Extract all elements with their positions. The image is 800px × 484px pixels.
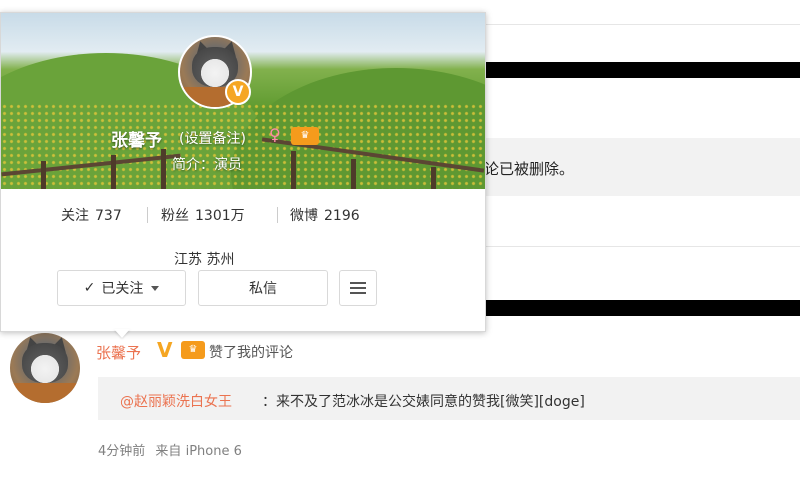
stat-posts[interactable]: 微博 2196 xyxy=(290,205,360,225)
check-icon: ✓ xyxy=(83,280,96,296)
card-pointer xyxy=(114,329,130,338)
fence-shape xyxy=(161,149,166,189)
quote-text: ：来不及了范冰冰是公交婊同意的赞我[微笑][doge] xyxy=(262,394,585,410)
menu-icon xyxy=(350,282,366,294)
more-button[interactable] xyxy=(339,270,377,306)
stat-value: 1301万 xyxy=(195,208,245,224)
divider xyxy=(147,207,148,223)
cat-face-shape xyxy=(22,343,68,383)
caret-down-icon xyxy=(151,285,160,291)
vip-crown-icon: ♛ xyxy=(291,127,319,145)
stat-label: 微博 xyxy=(290,208,318,224)
stat-followers[interactable]: 粉丝 1301万 xyxy=(161,205,245,225)
feed-avatar[interactable] xyxy=(10,333,80,403)
feed-action-text: 赞了我的评论 xyxy=(209,345,293,361)
deleted-notice: 论已被删除。 xyxy=(484,160,575,178)
set-remark-link[interactable]: (设置备注) xyxy=(179,128,246,148)
card-user-name[interactable]: 张馨予 xyxy=(111,126,162,151)
stat-value: 2196 xyxy=(324,208,360,224)
fence-shape xyxy=(111,155,116,189)
fence-shape xyxy=(291,151,296,189)
stat-label: 关注 xyxy=(61,208,89,224)
feed-user-name[interactable]: 张馨予 xyxy=(96,342,141,363)
fence-shape xyxy=(431,167,436,189)
card-location: 江苏 苏州 xyxy=(174,252,235,268)
stat-following[interactable]: 关注 737 xyxy=(61,205,122,225)
followed-label: 已关注 xyxy=(101,281,144,297)
fence-shape xyxy=(351,159,356,189)
stat-value: 737 xyxy=(95,208,122,224)
profile-card: V 张馨予 (设置备注) ♀ ♛ 简介：演员 关注 737 粉丝 1301万 微博 2… xyxy=(0,12,486,332)
basket-shape xyxy=(10,383,80,403)
message-label: 私信 xyxy=(249,281,277,297)
divider xyxy=(277,207,278,223)
source-prefix: 来自 xyxy=(155,444,182,459)
message-button[interactable]: 私信 xyxy=(198,270,328,306)
source-device[interactable]: iPhone 6 xyxy=(186,444,242,459)
post-time[interactable]: 4分钟前 xyxy=(98,444,145,459)
stat-label: 粉丝 xyxy=(161,208,189,224)
stats-bar: 关注 737 粉丝 1301万 微博 2196 xyxy=(1,205,485,225)
feed-meta: 4分钟前 来自 iPhone 6 xyxy=(98,440,242,459)
female-icon: ♀ xyxy=(269,125,281,144)
quote-mention-link[interactable]: @赵丽颖洗白女王 xyxy=(120,391,232,411)
verified-icon: V xyxy=(157,338,173,362)
divider xyxy=(484,246,800,247)
verified-icon: V xyxy=(225,79,251,105)
vip-crown-icon: ♛ xyxy=(181,341,205,359)
fence-shape xyxy=(41,161,46,189)
divider xyxy=(484,24,800,25)
followed-button[interactable]: ✓ 已关注 xyxy=(57,270,186,306)
card-intro: 简介：演员 xyxy=(172,157,242,173)
